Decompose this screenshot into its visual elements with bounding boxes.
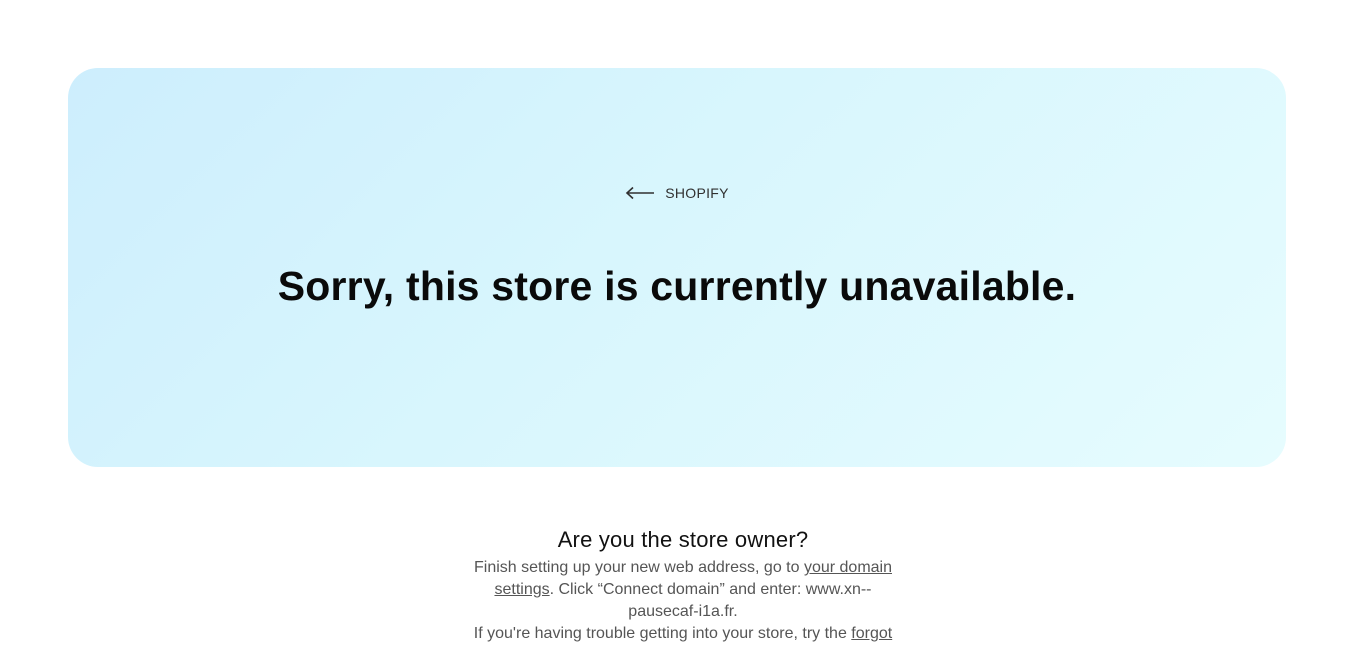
left-arrow-icon	[625, 186, 655, 200]
store-owner-section: Are you the store owner? Finish setting …	[0, 527, 1366, 645]
forgot-password-link[interactable]: forgot	[851, 625, 892, 642]
domain-instructions-suffix: . Click “Connect domain” and enter: www.…	[549, 581, 872, 620]
domain-instructions-prefix: Finish setting up your new web address, …	[473, 559, 804, 576]
page-title: Sorry, this store is currently unavailab…	[277, 263, 1077, 309]
shopify-home-link[interactable]: SHOPIFY	[68, 185, 1286, 201]
domain-instructions: Finish setting up your new web address, …	[463, 557, 903, 623]
shopify-label: SHOPIFY	[665, 185, 729, 201]
login-help-prefix: If you're having trouble getting into yo…	[473, 625, 852, 642]
owner-heading: Are you the store owner?	[557, 527, 809, 552]
hero-banner: SHOPIFY Sorry, this store is currently u…	[68, 68, 1286, 467]
login-help-text: If you're having trouble getting into yo…	[453, 623, 913, 645]
